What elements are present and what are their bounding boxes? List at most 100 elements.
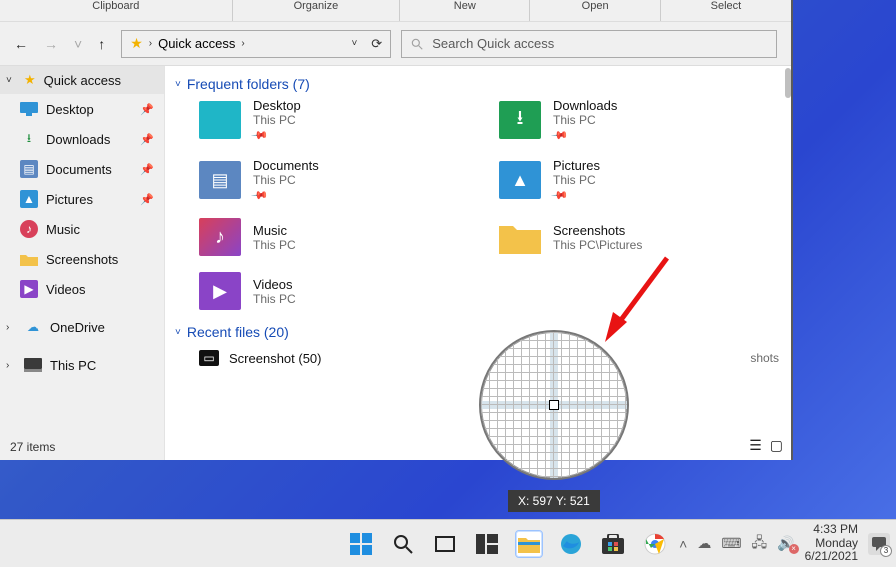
desktop-icon [20,102,38,116]
tray-overflow-button[interactable]: ˄ [679,536,687,552]
search-input[interactable]: Search Quick access [401,30,777,58]
coordinates-tooltip: X: 597 Y: 521 [508,490,600,512]
folder-name: Pictures [553,158,600,173]
sidebar-item-music[interactable]: ♪ Music [0,214,164,244]
file-explorer-window: Clipboard Organize New Open Select ← → ˅… [0,0,793,460]
chevron-right-icon[interactable]: › [6,322,16,333]
store-button[interactable] [599,530,627,558]
input-indicator-icon[interactable]: ⌨ [721,535,741,552]
folder-icon [20,250,38,268]
chevron-right-icon[interactable]: › [6,360,16,371]
volume-icon[interactable]: 🔊× [777,535,794,552]
desktop-folder-icon [199,101,241,139]
taskbar-clock[interactable]: 4:33 PM Monday 6/21/2021 [805,523,858,564]
cloud-sync-icon[interactable]: ☁ [697,535,711,552]
edge-button[interactable] [557,530,585,558]
folder-name: Documents [253,158,319,173]
pin-icon: 📌 [140,103,154,116]
folder-videos[interactable]: ▶ VideosThis PC [199,272,479,310]
sidebar-item-pictures[interactable]: ▲ Pictures 📌 [0,184,164,214]
recent-file-location: shots [750,351,779,365]
folder-name: Videos [253,277,296,292]
sidebar-item-this-pc[interactable]: › This PC [0,350,164,380]
nav-sidebar: ˅ ★ Quick access Desktop 📌 ⭳ Downloads 📌… [0,66,165,460]
pin-icon: 📌 [250,186,269,205]
pin-icon: 📌 [140,163,154,176]
sidebar-item-documents[interactable]: ▤ Documents 📌 [0,154,164,184]
recent-file-item[interactable]: ▭ Screenshot (50) shots [175,346,779,370]
sidebar-item-label: This PC [50,358,96,373]
folder-location: This PC [553,113,617,127]
breadcrumb-quick-access[interactable]: Quick access [158,36,235,51]
sidebar-item-screenshots[interactable]: Screenshots [0,244,164,274]
address-bar[interactable]: ★ › Quick access › ˅ ⟳ [121,30,391,58]
back-button[interactable]: ← [14,36,28,52]
scrollbar-thumb[interactable] [785,68,791,98]
music-folder-icon: ♪ [199,218,241,256]
start-button[interactable] [347,530,375,558]
ribbon-label-open: Open [530,0,660,21]
ribbon-section-labels: Clipboard Organize New Open Select [0,0,791,22]
sidebar-item-label: Pictures [46,192,93,207]
document-icon: ▤ [20,160,38,178]
content-pane: ˅ Frequent folders (7) DesktopThis PC📌 ⭳… [165,66,791,460]
up-button[interactable]: ↑ [98,36,105,52]
clock-day: Monday [805,537,858,551]
download-icon: ⭳ [20,130,38,148]
notifications-button[interactable]: 3 [868,533,890,555]
chrome-button[interactable] [641,530,669,558]
refresh-button[interactable]: ⟳ [371,36,382,52]
view-details-button[interactable]: ☰ [749,437,762,454]
search-placeholder: Search Quick access [432,36,554,51]
view-large-icons-button[interactable]: ▢ [770,437,783,454]
recent-locations-button[interactable]: ˅ [74,36,82,52]
ribbon-label-organize: Organize [233,0,401,21]
sidebar-item-onedrive[interactable]: › ☁ OneDrive [0,312,164,342]
folder-downloads[interactable]: ⭳ DownloadsThis PC📌 [499,98,779,142]
sidebar-item-videos[interactable]: ▶ Videos [0,274,164,304]
section-title: Frequent folders (7) [187,76,310,92]
sidebar-item-desktop[interactable]: Desktop 📌 [0,94,164,124]
folder-desktop[interactable]: DesktopThis PC📌 [199,98,479,142]
color-picker-magnifier[interactable] [479,330,629,480]
sidebar-item-label: Desktop [46,102,94,117]
music-icon: ♪ [20,220,38,238]
task-view-button[interactable] [431,530,459,558]
section-title: Recent files (20) [187,324,289,340]
cloud-icon: ☁ [24,318,42,336]
file-explorer-taskbar-button[interactable] [515,530,543,558]
sidebar-item-downloads[interactable]: ⭳ Downloads 📌 [0,124,164,154]
sidebar-quick-access[interactable]: ˅ ★ Quick access [0,66,164,94]
chevron-down-icon[interactable]: ˅ [6,75,16,86]
crumb-sep-icon: › [149,38,152,49]
ribbon-label-select: Select [661,0,791,21]
notifications-badge: 3 [880,545,892,557]
sidebar-item-label: Downloads [46,132,110,147]
forward-button[interactable]: → [44,36,58,52]
recent-file-name: Screenshot (50) [229,351,322,366]
frequent-folders-header[interactable]: ˅ Frequent folders (7) [175,76,779,92]
computer-icon [24,356,42,374]
annotation-arrow [605,252,685,342]
downloads-folder-icon: ⭳ [499,101,541,139]
pictures-folder-icon: ▲ [499,161,541,199]
search-button[interactable] [389,530,417,558]
video-icon: ▶ [20,280,38,298]
videos-folder-icon: ▶ [199,272,241,310]
address-dropdown-icon[interactable]: ˅ [351,38,357,49]
sidebar-item-label: Screenshots [46,252,118,267]
folder-location: This PC [253,113,301,127]
folder-documents[interactable]: ▤ DocumentsThis PC📌 [199,158,479,202]
widgets-button[interactable] [473,530,501,558]
folder-screenshots[interactable]: ScreenshotsThis PC\Pictures [499,218,779,256]
recent-files-header[interactable]: ˅ Recent files (20) [175,324,779,340]
folder-location: This PC [253,292,296,306]
folder-name: Desktop [253,98,301,113]
sidebar-top-label: Quick access [44,73,121,88]
clock-date: 6/21/2021 [805,550,858,564]
folder-music[interactable]: ♪ MusicThis PC [199,218,479,256]
folder-pictures[interactable]: ▲ PicturesThis PC📌 [499,158,779,202]
network-icon[interactable]: 🖧 [752,532,768,556]
frequent-folders-grid: DesktopThis PC📌 ⭳ DownloadsThis PC📌 ▤ Do… [175,98,779,310]
clock-time: 4:33 PM [805,523,858,537]
